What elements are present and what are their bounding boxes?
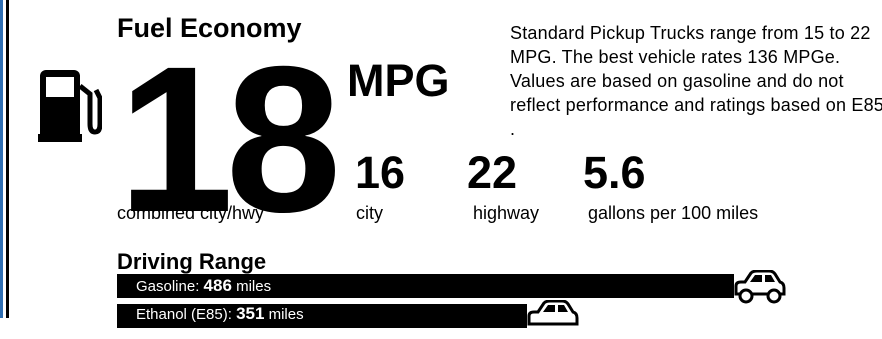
highway-label: highway (473, 203, 540, 223)
combined-label: combined city/hwy (117, 203, 265, 223)
gasoline-range-unit: miles (236, 278, 272, 295)
ethanol-label: Ethanol (E85): (136, 306, 232, 323)
gasoline-range-text: Gasoline: 486 miles (136, 274, 271, 299)
fuel-pump-icon (38, 68, 103, 147)
ethanol-range-bar: Ethanol (E85): 351 miles (117, 304, 527, 328)
car-icon (525, 299, 579, 339)
driving-range-title: Driving Range (117, 249, 267, 274)
gasoline-range-value: 486 (203, 276, 232, 295)
gallons-label: gallons per 100 miles (588, 203, 759, 223)
label-frame-border (6, 0, 9, 318)
highway-mpg-value: 22 (467, 147, 518, 198)
ethanol-range-unit: miles (268, 306, 304, 323)
ethanol-range-text: Ethanol (E85): 351 miles (136, 302, 304, 327)
gasoline-label: Gasoline: (136, 278, 200, 295)
range-description: Standard Pickup Trucks range from 15 to … (510, 23, 882, 139)
ethanol-range-value: 351 (236, 304, 265, 323)
city-mpg-value: 16 (355, 147, 406, 198)
gasoline-range-bar: Gasoline: 486 miles (117, 274, 734, 298)
mpg-unit: MPG (347, 55, 450, 106)
car-icon (732, 269, 786, 309)
city-label: city (356, 203, 383, 223)
gallons-per-100-value: 5.6 (583, 147, 646, 198)
